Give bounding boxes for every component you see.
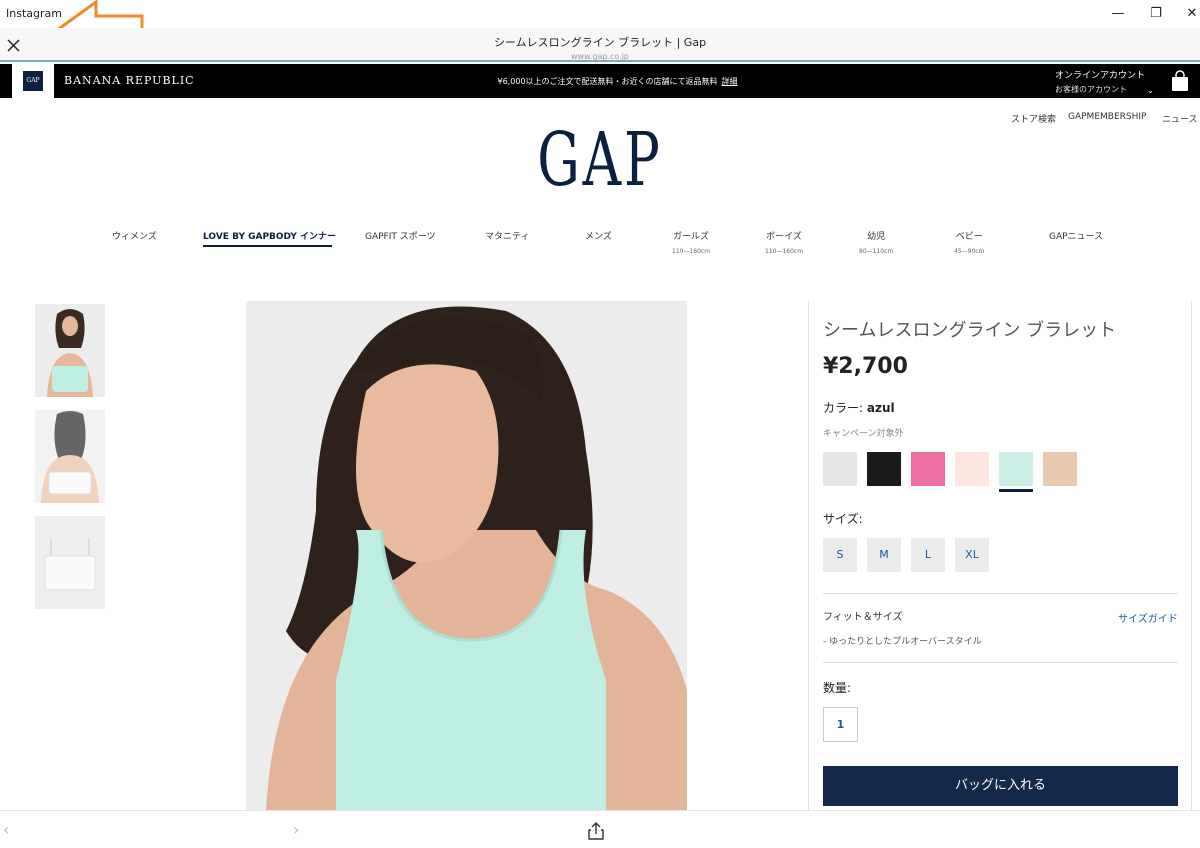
brand-bar: GAP BANANA REPUBLIC ¥6,000以上のご注文で配送無料・お近… — [0, 64, 1200, 98]
nav-label: GAPFIT スポーツ — [365, 232, 436, 242]
nav-toddler[interactable]: 幼児 80—110cm — [859, 229, 893, 255]
column-divider — [1191, 301, 1192, 810]
nav-sublabel: 45—90cm — [954, 248, 985, 255]
share-icon[interactable] — [587, 821, 605, 841]
promo-details-link[interactable]: 詳細 — [722, 77, 738, 86]
color-prefix: カラー: — [823, 401, 867, 415]
color-swatch-beige[interactable] — [1043, 452, 1077, 486]
nav-label: GAPニュース — [1049, 232, 1104, 242]
minimize-button[interactable]: — — [1108, 4, 1128, 24]
browser-bottom-bar: ‹ › — [0, 810, 1200, 848]
color-swatch-pink[interactable] — [911, 452, 945, 486]
selected-swatch-indicator — [999, 489, 1033, 492]
color-label: カラー: azul — [823, 399, 895, 416]
app-title: Instagram — [6, 7, 62, 20]
promo-text: ¥6,000以上のご注文で配送無料・お近くの店舗にて返品無料 — [497, 77, 718, 86]
nav-sublabel: 110—160cm — [765, 248, 804, 255]
chevron-down-icon: ⌄ — [1147, 86, 1154, 95]
membership-link[interactable]: GAPMEMBERSHIP — [1068, 112, 1146, 122]
product-thumbnail-flat[interactable] — [35, 516, 105, 609]
campaign-note: キャンペーン対象外 — [823, 429, 904, 439]
account-subtitle: お客様のアカウント — [1055, 85, 1127, 94]
nav-sublabel: 80—110cm — [859, 248, 894, 255]
nav-label: ボーイズ — [766, 232, 802, 242]
nav-label: マタニティ — [485, 232, 530, 242]
browser-bar: シームレスロングライン ブラレット | Gap www.gap.co.jp — [0, 28, 1200, 62]
color-swatch-azul[interactable] — [999, 452, 1033, 486]
quantity-label: 数量: — [823, 681, 852, 695]
product-thumbnail-front[interactable] — [35, 304, 105, 397]
color-name: azul — [866, 401, 895, 415]
nav-boys[interactable]: ボーイズ 110—160cm — [765, 229, 803, 255]
nav-baby[interactable]: ベビー 45—90cm — [954, 229, 984, 255]
quantity-input[interactable]: 1 — [823, 707, 858, 742]
maximize-button[interactable]: ❐ — [1146, 4, 1166, 24]
nav-love-by-gapbody[interactable]: LOVE BY GAPBODY インナー — [203, 229, 336, 242]
nav-gap-news[interactable]: GAPニュース — [1049, 229, 1103, 242]
size-button-s[interactable]: S — [823, 538, 857, 572]
nav-mens[interactable]: メンズ — [585, 229, 612, 242]
nav-label: ベビー — [955, 232, 983, 242]
fit-detail: - ゆったりとしたプルオーバースタイル — [823, 637, 982, 647]
account-title: オンラインアカウント — [1055, 71, 1146, 81]
gap-logo[interactable]: GAP — [168, 118, 1032, 202]
add-to-bag-button[interactable]: バッグに入れる — [823, 766, 1178, 806]
size-button-xl[interactable]: XL — [955, 538, 989, 572]
column-divider — [808, 301, 809, 810]
nav-girls[interactable]: ガールズ 110—160cm — [672, 229, 710, 255]
window-titlebar: Instagram — ❐ ✕ — [0, 0, 1200, 28]
product-main-image[interactable] — [246, 301, 687, 810]
nav-maternity[interactable]: マタニティ — [485, 229, 529, 242]
back-icon[interactable]: ‹ — [3, 820, 9, 839]
nav-womens[interactable]: ウィメンズ — [112, 229, 157, 242]
product-thumbnail-back[interactable] — [35, 410, 105, 503]
size-guide-link[interactable]: サイズガイド — [1118, 610, 1178, 625]
product-price: ¥2,700 — [823, 354, 908, 379]
promo-banner: ¥6,000以上のご注文で配送無料・お近くの店舗にて返品無料 詳細 — [0, 76, 1200, 87]
page-url: www.gap.co.jp — [570, 52, 630, 61]
forward-icon[interactable]: › — [293, 820, 299, 839]
fit-size-heading: フィット＆サイズ — [823, 612, 903, 623]
product-title: シームレスロングライン ブラレット — [823, 320, 1117, 341]
color-swatch-light-pink[interactable] — [955, 452, 989, 486]
nav-active-underline — [203, 245, 332, 247]
divider — [823, 662, 1178, 663]
nav-label: ウィメンズ — [112, 232, 157, 242]
nav-label: ガールズ — [673, 232, 710, 242]
size-button-l[interactable]: L — [911, 538, 945, 572]
account-menu[interactable]: オンラインアカウント お客様のアカウント ⌄ — [1055, 70, 1154, 96]
nav-sublabel: 110—160cm — [672, 248, 711, 255]
color-swatch-light-gray[interactable] — [823, 452, 857, 486]
shopping-bag-icon[interactable] — [1170, 70, 1190, 92]
size-button-m[interactable]: M — [867, 538, 901, 572]
window-close-button[interactable]: ✕ — [1182, 4, 1200, 24]
color-swatch-black[interactable] — [867, 452, 901, 486]
divider — [823, 593, 1178, 594]
nav-label: LOVE BY GAPBODY インナー — [203, 232, 337, 242]
news-link[interactable]: ニュース — [1162, 112, 1198, 125]
size-label: サイズ: — [823, 512, 863, 526]
nav-gapfit[interactable]: GAPFIT スポーツ — [365, 229, 436, 242]
nav-label: メンズ — [585, 232, 612, 242]
page-title: シームレスロングライン ブラレット | Gap — [493, 36, 707, 49]
nav-label: 幼児 — [867, 232, 886, 242]
